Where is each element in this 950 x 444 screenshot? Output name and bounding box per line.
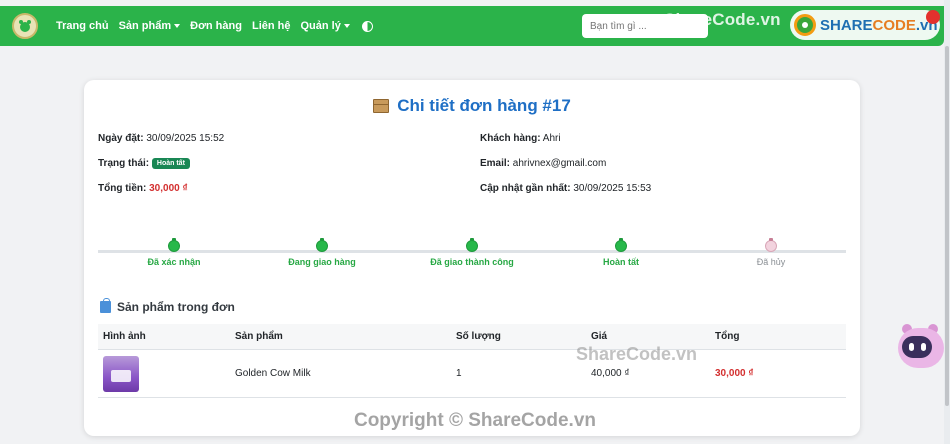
chevron-down-icon <box>343 24 350 28</box>
scrollbar-thumb[interactable] <box>945 46 949 406</box>
updated-value: 30/09/2025 15:53 <box>573 183 652 194</box>
nav-link-label: Đơn hàng <box>190 20 242 32</box>
sharecode-logo: SHARECODE.vn <box>790 10 940 40</box>
cow-icon <box>19 20 31 32</box>
email-label: Email: <box>480 158 511 169</box>
robot-face <box>902 336 932 358</box>
notification-dot <box>926 10 940 24</box>
page-title: Chi tiết đơn hàng #17 <box>84 96 860 116</box>
check-icon <box>615 238 627 252</box>
nav-link-manage[interactable]: Quản lý <box>300 20 350 32</box>
nav-link-label: Trang chủ <box>56 20 109 32</box>
products-section-title-text: Sản phẩm trong đơn <box>117 300 235 314</box>
order-status: Trạng thái: Hoàn tất <box>98 158 190 169</box>
table-row: Golden Cow Milk 1 40,000 ₫ 30,000 ₫ <box>98 350 846 398</box>
check-icon <box>168 238 180 252</box>
order-total-label: Tổng tiền: <box>98 183 147 194</box>
progress-step-cancelled: Đã hủy <box>716 238 826 267</box>
customer-label: Khách hàng: <box>480 133 541 144</box>
product-quantity: 1 <box>456 368 462 379</box>
progress-step-label: Đã giao thành công <box>430 257 514 267</box>
sharecode-logo-icon <box>794 14 816 36</box>
last-updated: Cập nhật gần nhất: 30/09/2025 15:53 <box>480 183 651 194</box>
column-header-total: Tổng <box>715 331 740 342</box>
check-icon <box>466 238 478 252</box>
nav-link-label: Sản phẩm <box>118 20 172 32</box>
table-header: Hình ảnh Sản phẩm Số lượng Giá Tổng <box>98 324 846 350</box>
order-total: Tổng tiền: 30,000 ₫ <box>98 183 188 194</box>
check-icon <box>316 238 328 252</box>
nav-link-orders[interactable]: Đơn hàng <box>190 20 242 32</box>
nav-link-contact[interactable]: Liên hệ <box>252 20 291 32</box>
site-logo[interactable] <box>12 13 38 39</box>
order-date-value: 30/09/2025 15:52 <box>146 133 225 144</box>
nav-link-products[interactable]: Sản phẩm <box>119 20 181 32</box>
watermark-text: ShareCode.vn <box>576 344 698 364</box>
nav-link-label: Quản lý <box>300 20 341 32</box>
cancel-icon <box>765 238 777 252</box>
progress-step-label: Đang giao hàng <box>288 257 356 267</box>
copyright-watermark: Copyright © ShareCode.vn <box>353 410 597 431</box>
customer-value: Ahri <box>542 133 561 144</box>
progress-step-shipping: Đang giao hàng <box>267 238 377 267</box>
watermark-text: ShareCode.vn <box>664 10 781 29</box>
package-icon <box>373 99 390 113</box>
order-total-value: 30,000 ₫ <box>149 183 188 194</box>
progress-step-label: Đã xác nhận <box>147 257 201 267</box>
order-date: Ngày đặt: 30/09/2025 15:52 <box>98 133 224 144</box>
nav-links: Trang chủ Sản phẩm Đơn hàng Liên hệ Quản… <box>56 20 373 32</box>
chevron-down-icon <box>174 24 181 28</box>
customer-name: Khách hàng: Ahri <box>480 133 561 144</box>
column-header-product: Sản phẩm <box>235 331 283 342</box>
products-table: Hình ảnh Sản phẩm Số lượng Giá Tổng Gold… <box>98 324 846 398</box>
shopping-bag-icon <box>100 298 111 313</box>
nav-link-home[interactable]: Trang chủ <box>56 20 109 32</box>
column-header-image: Hình ảnh <box>103 331 146 342</box>
order-status-label: Trạng thái: <box>98 158 150 170</box>
status-badge: Hoàn tất <box>151 158 190 169</box>
column-header-price: Giá <box>591 331 608 342</box>
progress-step-label: Hoàn tất <box>603 257 639 267</box>
customer-email: Email: ahrivnex@gmail.com <box>480 158 606 169</box>
updated-label: Cập nhật gần nhất: <box>480 183 571 194</box>
order-detail-card: Chi tiết đơn hàng #17 Ngày đặt: 30/09/20… <box>84 80 860 436</box>
theme-toggle-icon[interactable] <box>361 20 373 32</box>
robot-eye <box>909 343 914 351</box>
product-name: Golden Cow Milk <box>235 368 311 379</box>
products-section-title: Sản phẩm trong đơn <box>100 298 235 314</box>
progress-step-confirmed: Đã xác nhận <box>119 238 229 267</box>
product-image-cell <box>98 355 235 392</box>
product-thumbnail[interactable] <box>103 355 139 392</box>
progress-step-label: Đã hủy <box>756 257 786 267</box>
chatbot-avatar-icon[interactable] <box>896 318 946 376</box>
column-header-quantity: Số lượng <box>456 331 501 342</box>
product-total: 30,000 ₫ <box>715 368 754 379</box>
progress-step-completed: Hoàn tất <box>566 238 676 267</box>
sharecode-logo-text: SHARECODE.vn <box>820 16 938 34</box>
progress-step-delivered: Đã giao thành công <box>417 238 527 267</box>
order-date-label: Ngày đặt: <box>98 133 144 144</box>
robot-eye <box>921 343 926 351</box>
page-title-text: Chi tiết đơn hàng #17 <box>397 96 571 115</box>
nav-link-label: Liên hệ <box>251 20 291 32</box>
email-value: ahrivnex@gmail.com <box>512 158 607 169</box>
product-price: 40,000 ₫ <box>591 368 630 379</box>
